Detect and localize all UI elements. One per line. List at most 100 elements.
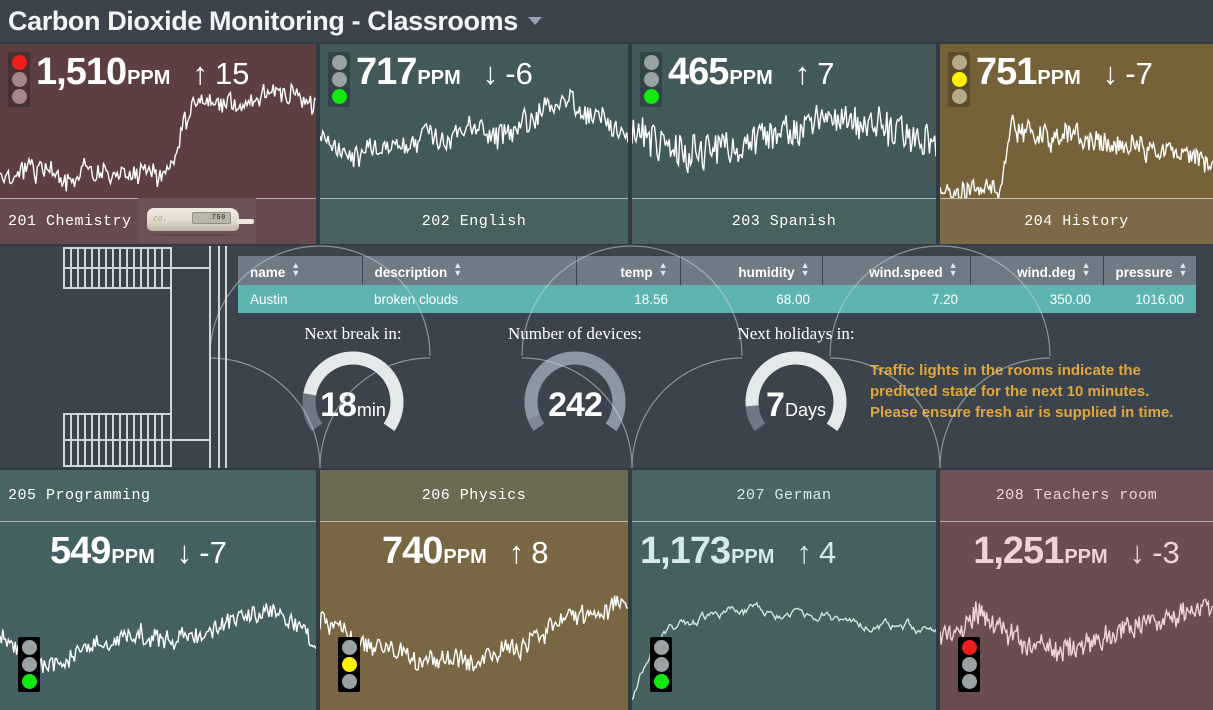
trend-arrow-icon: ↓ [1129, 535, 1146, 570]
traffic-lamp-yellow [951, 72, 967, 87]
room-label-strip: 203 Spanish [632, 198, 936, 244]
room-name: 208 Teachers room [995, 487, 1158, 504]
room-card-208[interactable]: 208 Teachers room 1,251 PPM ↓ -3 [940, 470, 1213, 710]
room-label-strip: 207 German [632, 470, 936, 522]
weather-table: name ▲ ▼ description ▲ ▼ temp ▲ ▼ humidity ▲ ▼ w [238, 256, 1196, 313]
traffic-lamp-red [21, 640, 37, 655]
traffic-lamp-red [951, 55, 967, 70]
gauge-device-count: Number of devices: 242 [470, 324, 680, 456]
column-header-description[interactable]: description ▲ ▼ [362, 256, 577, 285]
dashboard-header: Carbon Dioxide Monitoring - Classrooms [0, 0, 1213, 42]
traffic-lamp-red [643, 55, 659, 70]
co2-delta: ↑ 8 [508, 535, 549, 570]
traffic-lamp-yellow [653, 657, 669, 672]
co2-value: 751 [976, 51, 1037, 93]
column-header-temp[interactable]: temp ▲ ▼ [576, 256, 681, 285]
traffic-lamp-yellow [643, 72, 659, 87]
gauge-value-group: 18 min [283, 388, 423, 422]
traffic-lamp-green [961, 674, 977, 689]
sort-icon: ▲ ▼ [453, 260, 463, 278]
column-label: description [374, 265, 448, 280]
room-card-202[interactable]: 717 PPM ↓ -6 202 English [320, 44, 628, 244]
traffic-lamp-red [341, 640, 357, 655]
traffic-lamp-red [331, 55, 347, 70]
chevron-down-icon[interactable] [527, 17, 542, 25]
traffic-lamp-green [951, 89, 967, 104]
room-card-204[interactable]: 751 PPM ↓ -7 204 History [940, 44, 1213, 244]
room-label-strip: 204 History [940, 198, 1213, 244]
column-header-wind-speed[interactable]: wind.speed ▲ ▼ [822, 256, 971, 285]
co2-readout: 465 PPM ↑ 7 [668, 53, 835, 91]
room-card-205[interactable]: 205 Programming 549 PPM ↓ -7 [0, 470, 316, 710]
traffic-lamp-yellow [961, 657, 977, 672]
room-name: 201 Chemistry [8, 213, 132, 230]
traffic-light-red [8, 52, 30, 107]
column-header-pressure[interactable]: pressure ▲ ▼ [1103, 256, 1196, 285]
room-label-strip: 208 Teachers room [940, 470, 1213, 522]
room-card-206[interactable]: 206 Physics 740 PPM ↑ 8 [320, 470, 628, 710]
gauge-value: 242 [548, 386, 603, 424]
room-card-201[interactable]: 1,510 PPM ↑ 15 201 Chemistry CO₂ 750 [0, 44, 316, 244]
traffic-lamp-green [11, 89, 27, 104]
co2-value: 1,251 [973, 530, 1064, 572]
traffic-lamp-red [11, 55, 27, 70]
trend-arrow-icon: ↓ [482, 56, 499, 91]
traffic-lamp-green [331, 89, 347, 104]
traffic-light-green [18, 637, 40, 692]
co2-delta: ↓ -3 [1129, 535, 1180, 570]
co2-unit: PPM [729, 67, 773, 89]
cell-temp: 18.56 [576, 285, 680, 313]
co2-unit: PPM [1037, 67, 1081, 89]
column-header-humidity[interactable]: humidity ▲ ▼ [680, 256, 823, 285]
co2-readout: 549 PPM ↓ -7 [50, 532, 227, 570]
table-header-row: name ▲ ▼ description ▲ ▼ temp ▲ ▼ humidity ▲ ▼ w [238, 256, 1196, 285]
traffic-light-green [640, 52, 662, 107]
traffic-lamp-yellow [11, 72, 27, 87]
cell-name: Austin [238, 285, 362, 313]
traffic-lamp-green [341, 674, 357, 689]
gauge-value-group: 242 [505, 388, 645, 422]
traffic-light-yellow [948, 52, 970, 107]
traffic-lamp-yellow [21, 657, 37, 672]
cell-humidity: 68.00 [680, 285, 822, 313]
co2-value: 717 [356, 51, 417, 93]
room-label-strip: 206 Physics [320, 470, 628, 522]
co2-value: 1,510 [36, 51, 127, 93]
column-label: temp [620, 265, 653, 280]
column-label: wind.deg [1017, 265, 1076, 280]
room-name: 207 German [736, 487, 832, 504]
room-name: 206 Physics [421, 487, 527, 504]
room-label-strip: 205 Programming [0, 470, 316, 522]
gauge-unit: Days [784, 400, 826, 420]
trend-arrow-icon: ↑ [508, 535, 525, 570]
traffic-lamp-green [643, 89, 659, 104]
room-card-203[interactable]: 465 PPM ↑ 7 203 Spanish [632, 44, 936, 244]
room-label-strip: 201 Chemistry CO₂ 750 [0, 198, 316, 244]
sort-icon: ▲ ▼ [1178, 260, 1188, 278]
co2-value: 465 [668, 51, 729, 93]
traffic-lamp-green [653, 674, 669, 689]
page-title: Carbon Dioxide Monitoring - Classrooms [8, 5, 518, 36]
trend-arrow-icon: ↑ [794, 56, 811, 91]
column-header-wind-deg[interactable]: wind.deg ▲ ▼ [970, 256, 1104, 285]
table-row[interactable]: Austin broken clouds 18.56 68.00 7.20 35… [238, 285, 1196, 313]
room-card-207[interactable]: 207 German 1,173 PPM ↑ 4 [632, 470, 936, 710]
co2-delta: ↑ 15 [192, 56, 250, 91]
cell-pressure: 1016.00 [1103, 285, 1196, 313]
middle-panel: name ▲ ▼ description ▲ ▼ temp ▲ ▼ humidity ▲ ▼ w [0, 246, 1213, 468]
co2-readout: 1,251 PPM ↓ -3 [940, 532, 1213, 570]
dashboard-root: Carbon Dioxide Monitoring - Classrooms n… [0, 0, 1213, 710]
traffic-light-yellow [338, 637, 360, 692]
co2-readout: 740 PPM ↑ 8 [382, 532, 549, 570]
co2-unit: PPM [127, 67, 171, 89]
column-header-name[interactable]: name ▲ ▼ [238, 256, 363, 285]
gauge-title: Next break in: [304, 324, 402, 343]
column-label: pressure [1115, 265, 1173, 280]
co2-sensor-photo: CO₂ 750 [138, 198, 256, 243]
cell-wind-speed: 7.20 [822, 285, 970, 313]
gauge-title: Number of devices: [507, 324, 643, 343]
co2-value: 740 [382, 530, 443, 572]
traffic-lamp-green [21, 674, 37, 689]
co2-delta: ↓ -7 [1102, 56, 1153, 91]
cell-wind-deg: 350.00 [970, 285, 1103, 313]
